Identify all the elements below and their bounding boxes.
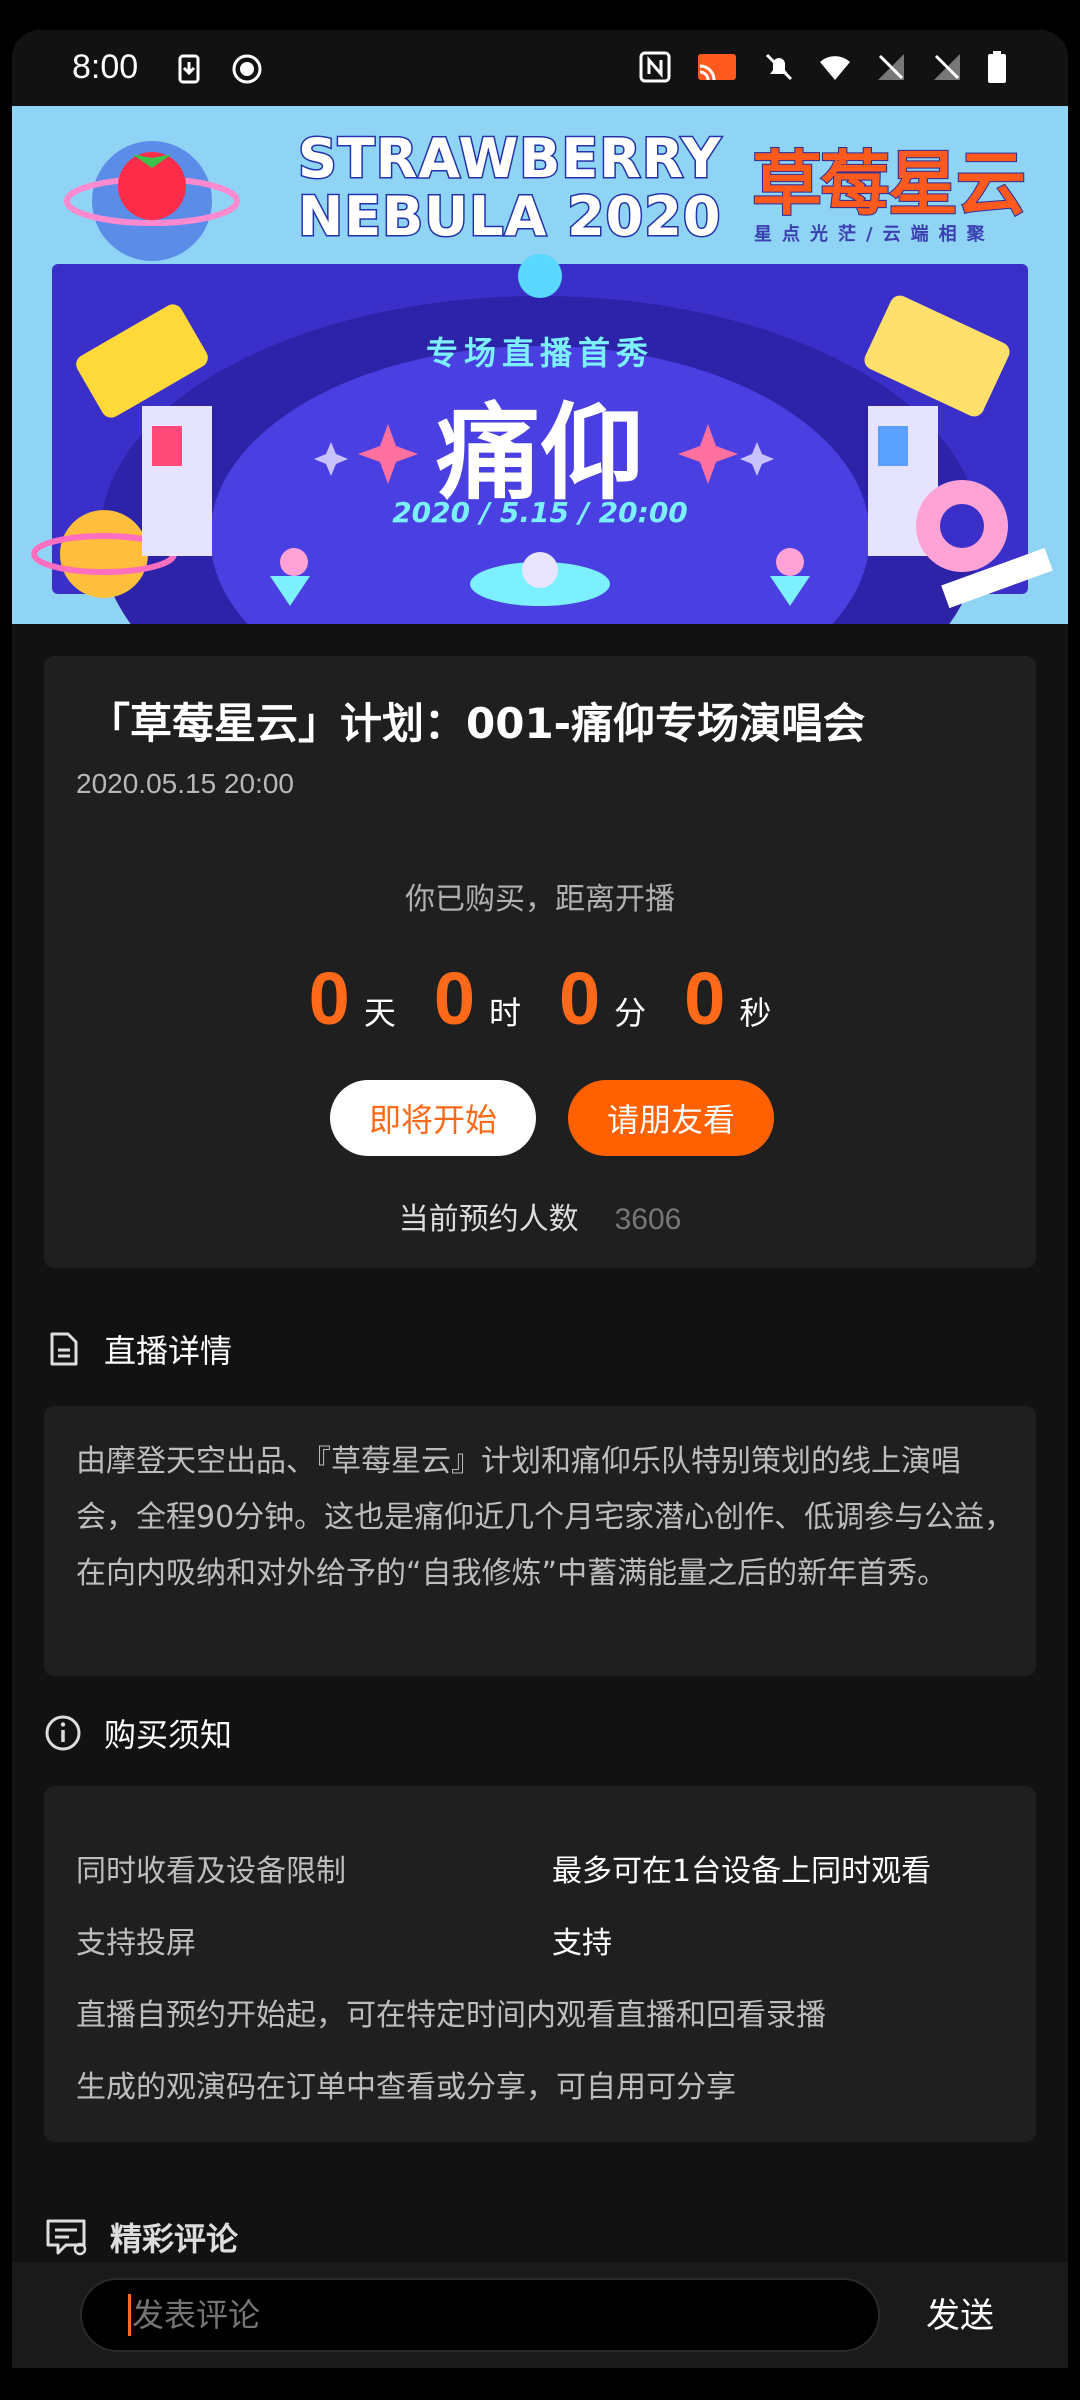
no-signal-icon — [878, 54, 904, 80]
status-right-icons — [638, 50, 1008, 84]
cast-icon — [698, 54, 736, 81]
purchase-section-header: 购买须知 — [44, 1710, 232, 1756]
replay-notice: 直播自预约开始起，可在特定时间内观看直播和回看录播 — [76, 1998, 826, 2033]
device-limit-value: 最多可在1台设备上同时观看 — [552, 1854, 932, 1889]
invite-friend-button[interactable]: 请朋友看 — [568, 1080, 774, 1156]
event-banner[interactable]: STRAWBERRY NEBULA 2020 草莓星云 星点光茫/云端相聚 专场… — [12, 106, 1068, 624]
detail-section-header: 直播详情 — [44, 1326, 232, 1372]
detail-description: 由摩登天空出品、『草莓星云』计划和痛仰乐队特别策划的线上演唱会，全程90分钟。这… — [76, 1444, 1015, 1591]
detail-card: 由摩登天空出品、『草莓星云』计划和痛仰乐队特别策划的线上演唱会，全程90分钟。这… — [44, 1406, 1036, 1676]
info-icon — [45, 1715, 81, 1751]
record-icon — [232, 54, 262, 84]
countdown-hours: 0 — [433, 957, 475, 1040]
document-icon — [50, 1332, 78, 1366]
send-button[interactable]: 发送 — [926, 2288, 994, 2337]
wifi-icon — [820, 56, 850, 80]
countdown-hours-unit: 时 — [488, 994, 521, 1032]
countdown-seconds: 0 — [684, 957, 726, 1040]
screen-cast-value: 支持 — [552, 1926, 612, 1961]
sim-download-icon — [178, 54, 200, 84]
banner-title-cn: 草莓星云 — [751, 142, 1027, 226]
comments-section-header: 精彩评论 — [44, 2214, 238, 2260]
comment-icon — [46, 2219, 87, 2256]
event-datetime: 2020.05.15 20:00 — [76, 768, 294, 799]
ticket-code-notice: 生成的观演码在订单中查看或分享，可自用可分享 — [76, 2070, 736, 2105]
banner-title-line2: NEBULA — [296, 185, 548, 248]
mute-bell-icon — [765, 53, 793, 81]
nfc-icon — [639, 51, 671, 83]
comment-input[interactable] — [80, 2278, 880, 2352]
banner-title-en: STRAWBERRY NEBULA 2020 — [296, 127, 723, 248]
starting-soon-button[interactable]: 即将开始 — [330, 1080, 536, 1156]
event-title: 「草莓星云」计划：001-痛仰专场演唱会 — [88, 699, 866, 748]
no-signal-icon — [934, 54, 960, 80]
countdown-seconds-unit: 秒 — [739, 994, 772, 1032]
status-bar: 8:00 — [12, 30, 1068, 106]
app-screen: 8:00 STRAWBERRY NEBULA 2020 草莓星云 星点光茫/云端… — [12, 30, 1068, 2368]
status-left-icons — [172, 52, 264, 86]
countdown-timer: 0天 0时 0分 0秒 — [44, 956, 1036, 1041]
status-time: 8:00 — [72, 48, 139, 86]
comments-heading: 精彩评论 — [110, 2220, 239, 2258]
detail-heading: 直播详情 — [104, 1332, 233, 1370]
countdown-days-unit: 天 — [363, 994, 396, 1032]
purchase-heading: 购买须知 — [104, 1716, 233, 1754]
reservation-number: 3606 — [614, 1203, 682, 1236]
countdown-minutes-unit: 分 — [614, 994, 647, 1032]
comment-bar: 发送 — [12, 2262, 1068, 2368]
event-info-card: 「草莓星云」计划：001-痛仰专场演唱会 2020.05.15 20:00 你已… — [44, 656, 1036, 1268]
banner-title-line1: STRAWBERRY — [297, 127, 723, 190]
banner-year: 2020 — [566, 185, 722, 248]
purchase-notice-card: 同时收看及设备限制 最多可在1台设备上同时观看 支持投屏 支持 直播自预约开始起… — [44, 1786, 1036, 2142]
countdown-minutes: 0 — [559, 957, 601, 1040]
screen-cast-label: 支持投屏 — [76, 1926, 196, 1961]
banner-slogan: 星点光茫/云端相聚 — [754, 224, 995, 245]
purchase-status: 你已购买，距离开播 — [405, 882, 675, 917]
countdown-days: 0 — [308, 957, 350, 1040]
reservation-label: 当前预约人数 — [398, 1202, 579, 1237]
reservation-count: 当前预约人数 3606 — [44, 1194, 1036, 1238]
battery-icon — [988, 51, 1006, 83]
device-limit-label: 同时收看及设备限制 — [76, 1854, 346, 1889]
text-cursor — [128, 2294, 131, 2336]
banner-date: 2020 / 5.15 / 20:00 — [392, 496, 688, 529]
